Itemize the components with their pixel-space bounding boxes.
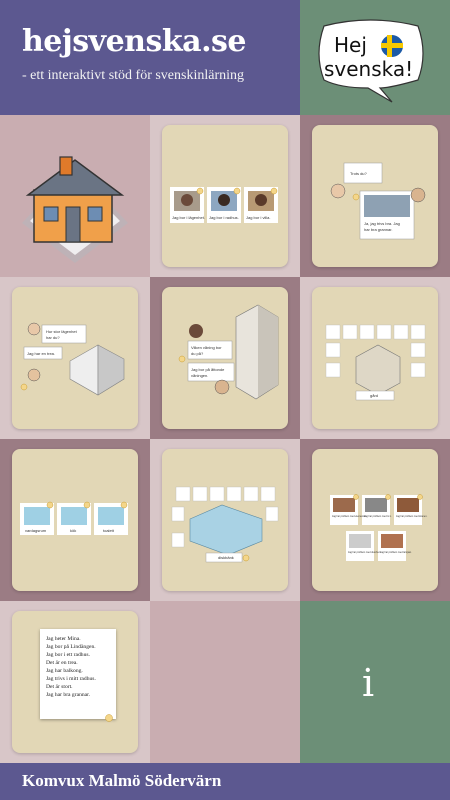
logo-text-hej: Hej — [334, 33, 367, 57]
avatar — [330, 183, 346, 199]
house-icon — [22, 156, 128, 263]
exercise-illustration: gård — [325, 324, 426, 401]
tile-problems[interactable]: Jag har problem med elementet. Jag har p… — [300, 439, 450, 601]
question-text: du på? — [191, 351, 204, 356]
avatar — [214, 379, 230, 395]
speaker-icon[interactable] — [196, 187, 204, 195]
exercise-illustration: Vilken våning bor du på? Jag bor på åtto… — [178, 304, 279, 400]
question-text: Vilken våning bor — [191, 345, 222, 350]
speaker-icon[interactable] — [46, 501, 54, 509]
exercise-illustration: diskbänk — [171, 486, 279, 563]
tile-apartment-size[interactable]: Hur stor lägenhet har du? Jag har en tre… — [0, 277, 150, 439]
info-icon[interactable]: i — [362, 661, 374, 705]
logo-text-svenska: svenska! — [324, 57, 413, 81]
avatar — [410, 187, 426, 203]
speaker-icon[interactable] — [353, 494, 359, 500]
word-label: gård — [370, 393, 378, 398]
answer-text: Ja, jag trivs bra. Jag — [364, 221, 400, 226]
hej-svenska-logo[interactable]: Hej svenska! — [310, 14, 430, 104]
question-text: har du? — [46, 335, 60, 340]
exercise-card: diskbänk — [162, 449, 288, 591]
card-label: Jag har problem med elementet. — [332, 515, 367, 518]
card-label: Jag har problem med lampan. — [380, 551, 412, 554]
exercise-illustration: Jag har problem med elementet. Jag har p… — [330, 494, 428, 561]
speaker-icon[interactable] — [233, 187, 241, 195]
word-label: diskbänk — [218, 555, 234, 560]
header-title-area: hejsvenska.se - ett interaktivt stöd för… — [0, 0, 300, 115]
exercise-card: Trots du? Ja, jag trivs bra. Jag har bra… — [312, 125, 438, 267]
site-tagline: - ett interaktivt stöd för svenskinlärni… — [22, 68, 245, 83]
tile-reading-text[interactable]: Jag heter Mina. Jag bor på Lindängen. Ja… — [0, 601, 150, 763]
avatar — [27, 322, 41, 336]
speaker-icon[interactable] — [83, 501, 91, 509]
exercise-illustration: Trots du? Ja, jag trivs bra. Jag har bra… — [330, 162, 426, 240]
footer-text: Komvux Malmö Södervärn — [22, 771, 222, 790]
exercise-card: Vilken våning bor du på? Jag bor på åtto… — [162, 287, 288, 429]
exercise-card: Hur stor lägenhet har du? Jag har en tre… — [12, 287, 138, 429]
exercise-card: Jag har problem med elementet. Jag har p… — [312, 449, 438, 591]
tile-empty — [150, 601, 300, 763]
answer-text: har bra grannar. — [364, 227, 392, 232]
speaker-icon[interactable] — [385, 494, 391, 500]
card-label: toalett — [103, 528, 115, 533]
question-bubble — [41, 324, 87, 344]
avatar — [27, 368, 41, 382]
answer-text: Jag bor på åttonde — [191, 367, 225, 372]
answer-text: Jag har en trea. — [27, 351, 55, 356]
avatar — [189, 324, 203, 338]
card-label: Jag har problem med duschen. — [348, 551, 381, 554]
tile-kitchen-vocabulary[interactable]: diskbänk — [150, 439, 300, 601]
answer-bubble — [187, 362, 235, 382]
answer-text: våningen. — [191, 373, 208, 378]
exercise-illustration: Jag bor i lägenhet. Jag bor i radhus. Ja… — [170, 187, 278, 223]
tile-floor-level[interactable]: Vilken våning bor du på? Jag bor på åtto… — [150, 277, 300, 439]
question-bubble — [187, 340, 233, 360]
card-label: Jag bor i villa. — [246, 215, 270, 220]
tile-yard-vocabulary[interactable]: gård — [300, 277, 450, 439]
card-label: Jag bor i radhus. — [209, 215, 239, 220]
exercise-card: gård — [312, 287, 438, 429]
exercise-illustration: vardagsrum kök toalett — [20, 501, 128, 535]
card-label: vardagsrum — [25, 528, 47, 533]
speaker-icon[interactable] — [120, 501, 128, 509]
tile-rooms[interactable]: vardagsrum kök toalett — [0, 439, 150, 601]
speaker-icon[interactable] — [178, 355, 186, 363]
header-logo-area: Hej svenska! — [300, 0, 450, 115]
exercise-illustration — [105, 714, 113, 722]
tile-info[interactable]: i — [300, 601, 450, 763]
speaker-icon[interactable] — [270, 187, 278, 195]
speaker-icon[interactable] — [417, 494, 423, 500]
site-title[interactable]: hejsvenska.se — [22, 24, 247, 59]
speaker-icon[interactable] — [352, 193, 360, 201]
speaker-icon[interactable] — [242, 554, 250, 562]
speaker-icon[interactable] — [20, 383, 28, 391]
tile-housing-types[interactable]: Jag bor i lägenhet. Jag bor i radhus. Ja… — [150, 115, 300, 277]
card-label: Jag har problem med kranen. — [396, 515, 428, 518]
question-text: Hur stor lägenhet — [46, 329, 78, 334]
speaker-icon[interactable] — [105, 714, 113, 722]
exercise-illustration: Hur stor lägenhet har du? Jag har en tre… — [20, 322, 125, 396]
question-text: Trots du? — [350, 171, 368, 176]
tile-neighbours-dialogue[interactable]: Trots du? Ja, jag trivs bra. Jag har bra… — [300, 115, 450, 277]
tile-home[interactable] — [0, 115, 150, 277]
exercise-card: vardagsrum kök toalett — [12, 449, 138, 591]
card-label: kök — [70, 528, 76, 533]
card-label: Jag bor i lägenhet. — [172, 215, 205, 220]
card-label: Jag har problem med tv:n. — [364, 515, 392, 518]
footer: Komvux Malmö Södervärn — [0, 763, 450, 800]
swedish-flag-icon — [381, 35, 403, 57]
exercise-card: Jag bor i lägenhet. Jag bor i radhus. Ja… — [162, 125, 288, 267]
exercise-card: Jag heter Mina. Jag bor på Lindängen. Ja… — [12, 611, 138, 753]
